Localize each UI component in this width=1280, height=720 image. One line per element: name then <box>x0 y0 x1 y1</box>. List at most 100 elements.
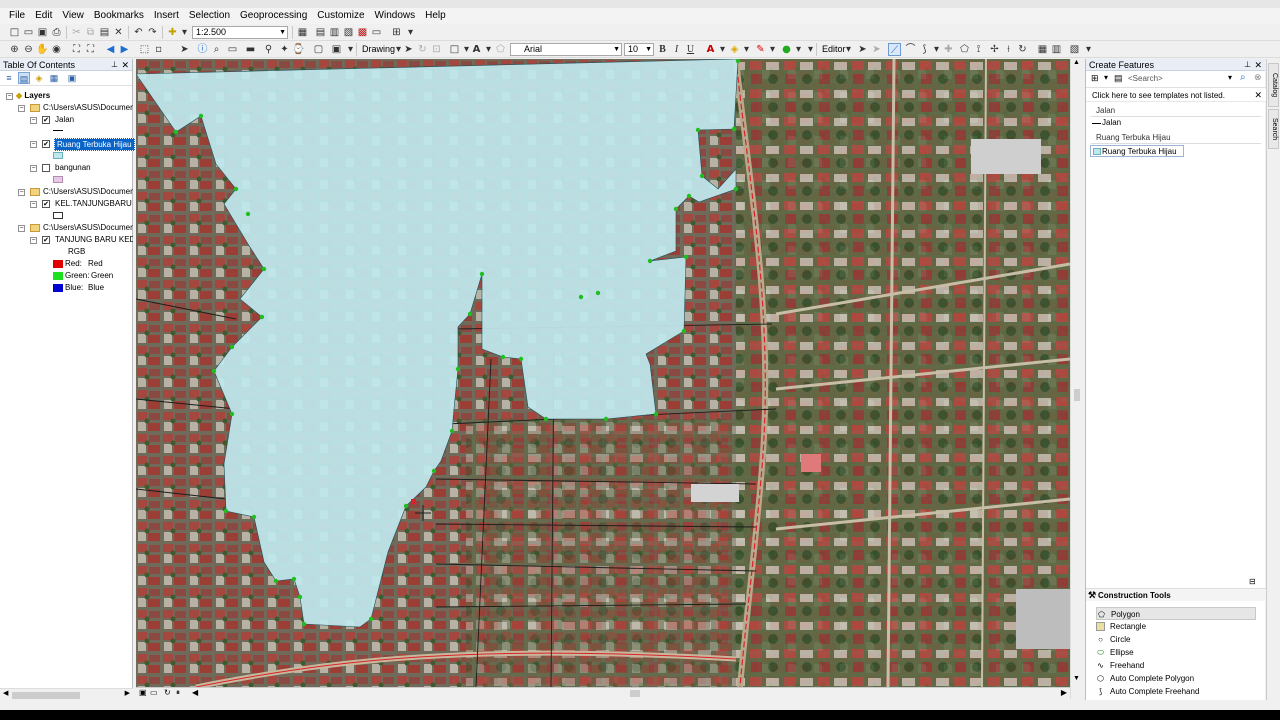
bangunan-collapse-icon[interactable]: − <box>30 165 37 172</box>
kel-checkbox[interactable]: ✔ <box>42 200 50 208</box>
map-display[interactable] <box>136 59 1070 687</box>
refresh-view-icon[interactable]: ↻ <box>164 688 171 697</box>
menu-file[interactable]: File <box>4 8 30 24</box>
editor-toolbar-icon[interactable]: ▦ <box>296 26 309 39</box>
tool-ellipse[interactable]: ⬭ Ellipse <box>1096 646 1256 659</box>
menu-geoprocessing[interactable]: Geoprocessing <box>235 8 312 24</box>
fixed-zoom-out-icon[interactable]: ⛶ <box>84 43 97 56</box>
layout-view-icon[interactable]: ▭ <box>150 688 158 697</box>
toc-window-icon[interactable]: ▤ <box>314 26 327 39</box>
data-view-icon[interactable]: ▣ <box>139 688 147 697</box>
tool-circle[interactable]: ○ Circle <box>1096 633 1256 646</box>
edit-annotation-icon[interactable]: ➤ <box>870 43 883 56</box>
jalan-collapse-icon[interactable]: − <box>30 117 37 124</box>
tool-polygon[interactable]: ⬠ Polygon <box>1096 607 1256 620</box>
scroll-right-icon[interactable]: ▶ <box>125 689 130 697</box>
zoom-in-icon[interactable]: ⊕ <box>8 43 21 56</box>
rth-checkbox[interactable]: ✔ <box>42 140 50 148</box>
group3-collapse-icon[interactable]: − <box>18 225 25 232</box>
menu-selection[interactable]: Selection <box>184 8 235 24</box>
model-builder-icon[interactable]: ⊞ <box>390 26 403 39</box>
kel-fill-symbol[interactable] <box>53 212 63 219</box>
templates-hint[interactable]: Click here to see templates not listed. … <box>1086 89 1266 102</box>
template-search-input[interactable]: <Search> <box>1128 74 1163 83</box>
select-by-rectangle-icon[interactable]: ⬚ <box>138 43 151 56</box>
menu-edit[interactable]: Edit <box>30 8 57 24</box>
end-point-arc-icon[interactable]: ⌒ <box>904 43 917 56</box>
raster-collapse-icon[interactable]: − <box>30 237 37 244</box>
edit-tool-icon[interactable]: ➤ <box>856 43 869 56</box>
rotate-tool-icon[interactable]: ↻ <box>1016 43 1029 56</box>
layers-collapse-icon[interactable]: − <box>6 93 13 100</box>
menu-view[interactable]: View <box>57 8 89 24</box>
toolbar4-options-icon[interactable]: ▾ <box>1082 43 1095 56</box>
font-name-combo[interactable]: Arial ▼ <box>510 43 622 56</box>
toc-options-icon[interactable]: ▣ <box>66 72 78 84</box>
organize-templates-icon[interactable]: ⊞ <box>1091 73 1099 84</box>
bangunan-fill-symbol[interactable] <box>53 176 63 183</box>
layer-raster[interactable]: TANJUNG BARU KEDA <box>55 234 133 245</box>
layout-view-icon[interactable]: ▣ <box>330 43 343 56</box>
bold-button[interactable]: B <box>656 43 669 56</box>
template-jalan[interactable]: Jalan <box>1102 117 1121 128</box>
undo-icon[interactable]: ↶ <box>132 26 145 39</box>
menu-windows[interactable]: Windows <box>370 8 421 24</box>
map-vertical-scrollbar[interactable]: ▲ ▼ <box>1070 59 1082 699</box>
cut-icon[interactable]: ✂ <box>70 26 83 39</box>
tool-freehand[interactable]: ∿ Freehand <box>1096 659 1256 672</box>
scroll-right-icon[interactable]: ▶ <box>1061 688 1067 697</box>
pause-drawing-icon[interactable]: ⏸ <box>176 688 180 698</box>
tool-rectangle[interactable]: Rectangle <box>1096 620 1256 633</box>
search-dropdown-icon[interactable]: ▾ <box>1228 73 1232 82</box>
rth-collapse-icon[interactable]: − <box>30 141 37 148</box>
save-icon[interactable]: ▣ <box>36 26 49 39</box>
open-icon[interactable]: ▭ <box>22 26 35 39</box>
group2-collapse-icon[interactable]: − <box>18 189 25 196</box>
layer-jalan[interactable]: Jalan <box>55 114 74 125</box>
hint-close-icon[interactable]: ✕ <box>1254 89 1262 102</box>
list-by-drawing-order-icon[interactable]: ≡ <box>3 72 15 84</box>
menu-customize[interactable]: Customize <box>312 8 369 24</box>
rth-fill-symbol[interactable] <box>53 152 63 159</box>
edit-vertices-icon[interactable]: ⬠ <box>494 43 507 56</box>
tool-auto-complete-freehand[interactable]: ⟆ Auto Complete Freehand <box>1096 685 1256 698</box>
drawing-menu[interactable]: Drawing <box>362 43 395 56</box>
select-pointer-icon[interactable]: ➤ <box>402 43 415 56</box>
list-by-selection-icon[interactable]: ▦ <box>48 72 60 84</box>
new-icon[interactable]: □ <box>8 26 21 39</box>
select-elements-icon[interactable]: ➤ <box>178 43 191 56</box>
redo-icon[interactable]: ↷ <box>146 26 159 39</box>
group2-path[interactable]: C:\Users\ASUS\Documen <box>43 186 133 197</box>
organize-dropdown-icon[interactable]: ▾ <box>1104 73 1108 82</box>
pan-icon[interactable]: ✋ <box>36 43 49 56</box>
copy-icon[interactable]: ⧉ <box>84 26 97 39</box>
menu-help[interactable]: Help <box>420 8 451 24</box>
arctoolbox-icon[interactable]: ▩ <box>356 26 369 39</box>
fill-color-dropdown-icon[interactable]: ▾ <box>740 43 753 56</box>
group3-path[interactable]: C:\Users\ASUS\Documen <box>43 222 133 233</box>
line-color-dropdown-icon[interactable]: ▾ <box>766 43 779 56</box>
underline-button[interactable]: U <box>684 43 697 56</box>
search-window-icon[interactable]: ▧ <box>342 26 355 39</box>
forward-extent-icon[interactable]: ▶ <box>118 43 131 56</box>
menu-bookmarks[interactable]: Bookmarks <box>89 8 149 24</box>
group1-path[interactable]: C:\Users\ASUS\Documen <box>43 102 133 113</box>
bangunan-checkbox[interactable] <box>42 164 50 172</box>
jalan-line-symbol[interactable] <box>53 130 63 131</box>
raster-checkbox[interactable]: ✔ <box>42 236 50 244</box>
jalan-checkbox[interactable]: ✔ <box>42 116 50 124</box>
split-view-icon[interactable]: ⊟ <box>1249 577 1256 586</box>
filter-icon[interactable]: ▤ <box>1114 73 1123 84</box>
catalog-window-icon[interactable]: ▥ <box>328 26 341 39</box>
scroll-left-icon[interactable]: ◀ <box>3 689 8 697</box>
html-popup-icon[interactable]: ▭ <box>226 43 239 56</box>
editor-dropdown-icon[interactable]: ▾ <box>842 43 855 56</box>
menu-insert[interactable]: Insert <box>149 8 184 24</box>
create-features-window-icon[interactable]: ▧ <box>1068 43 1081 56</box>
layer-kel-tanjungbaru[interactable]: KEL.TANJUNGBARU <box>55 198 132 209</box>
print-icon[interactable]: ⎙ <box>50 26 63 39</box>
full-extent-icon[interactable]: ◉ <box>50 43 63 56</box>
clear-search-icon[interactable]: ⊗ <box>1254 72 1262 83</box>
map-hscroll-thumb[interactable] <box>630 690 640 697</box>
pin-icon[interactable]: ⊥ <box>111 59 118 71</box>
